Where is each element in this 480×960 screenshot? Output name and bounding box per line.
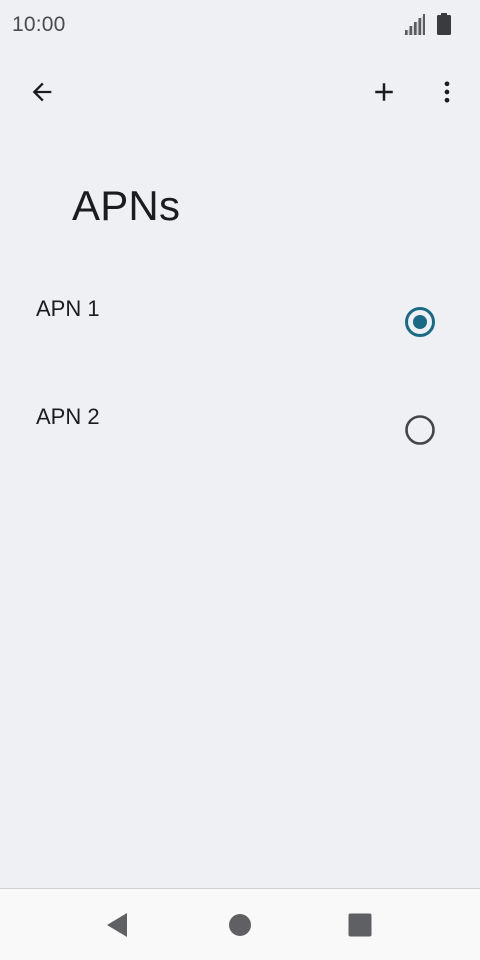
nav-home-button[interactable] bbox=[216, 901, 264, 949]
nav-back-icon bbox=[107, 913, 127, 937]
nav-home-icon bbox=[229, 914, 251, 936]
status-time: 10:00 bbox=[12, 13, 66, 36]
navigation-bar bbox=[0, 888, 480, 960]
battery-icon bbox=[437, 13, 451, 35]
app-bar bbox=[0, 60, 480, 124]
add-apn-button[interactable] bbox=[360, 68, 408, 116]
more-options-button[interactable] bbox=[423, 68, 471, 116]
back-button[interactable] bbox=[18, 68, 66, 116]
apn-label: APN 1 bbox=[36, 296, 100, 321]
apn-label: APN 2 bbox=[36, 404, 100, 429]
nav-recents-icon bbox=[348, 913, 372, 937]
radio-selected-icon[interactable] bbox=[404, 306, 436, 338]
plus-icon bbox=[375, 83, 393, 101]
apn-list: APN 1 APN 2 bbox=[0, 270, 480, 486]
radio-unselected-icon[interactable] bbox=[404, 414, 436, 446]
nav-recents-button[interactable] bbox=[336, 901, 384, 949]
status-bar: 10:00 bbox=[0, 0, 480, 50]
page-title: APNs bbox=[72, 182, 181, 229]
apn-item-1[interactable]: APN 1 bbox=[0, 270, 480, 378]
apn-item-2[interactable]: APN 2 bbox=[0, 378, 480, 486]
apn-settings-screen: 10:00 APNs APN 1 APN 2 bbox=[0, 0, 480, 960]
more-vert-icon bbox=[444, 81, 450, 103]
nav-back-button[interactable] bbox=[94, 901, 142, 949]
arrow-back-icon bbox=[32, 82, 52, 102]
signal-icon bbox=[403, 14, 425, 35]
